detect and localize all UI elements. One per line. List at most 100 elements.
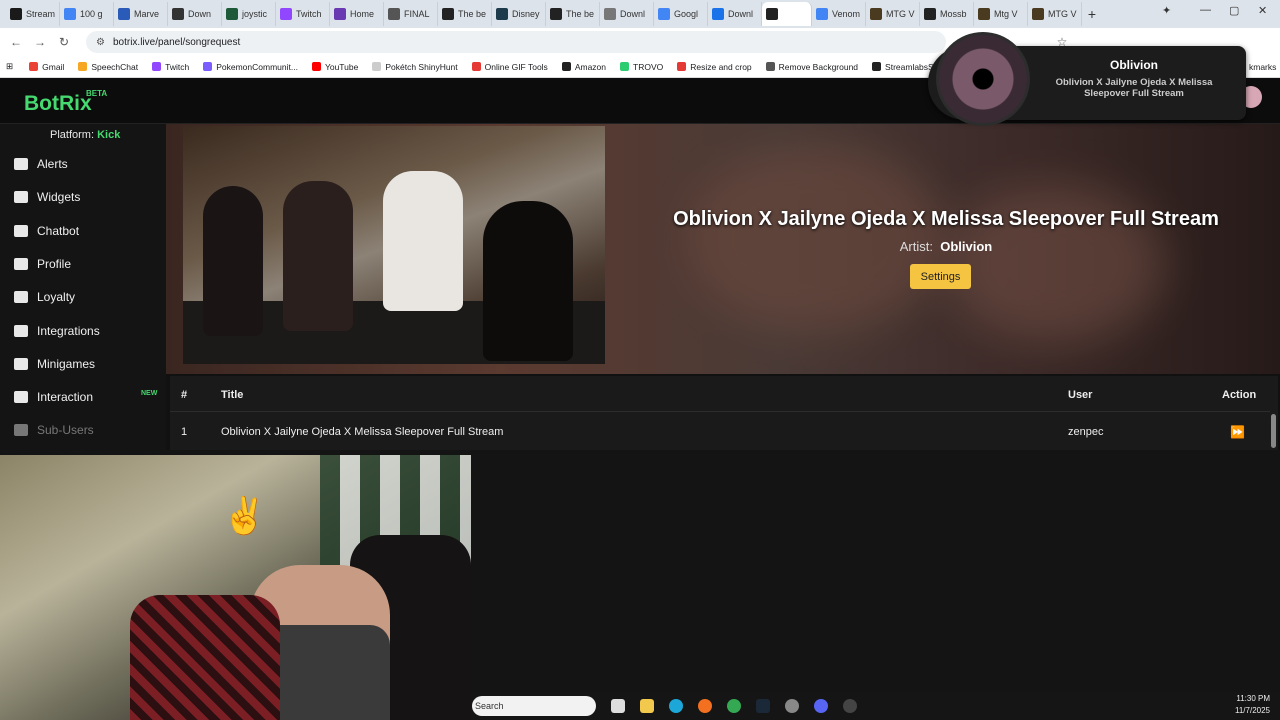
tab-favicon-icon — [870, 8, 882, 20]
sidebar-item-integrations[interactable]: Integrations — [14, 324, 100, 338]
webcam-feed: ✌ — [0, 455, 471, 720]
bookmark-item[interactable]: Online GIF Tools — [471, 62, 548, 72]
header-user: User — [1068, 389, 1093, 401]
address-bar[interactable]: ⚙ botrix.live/panel/songrequest — [86, 31, 946, 53]
site-info-icon[interactable]: ⚙ — [96, 37, 105, 48]
tab-label: The be — [566, 9, 595, 19]
browser-tab[interactable]: Googl — [654, 2, 708, 26]
skip-song-icon[interactable]: ⏩ — [1230, 425, 1245, 439]
all-bookmarks[interactable]: kmarks — [1249, 62, 1276, 72]
close-window-icon[interactable]: ✕ — [1258, 4, 1267, 17]
bookmark-item[interactable]: Gmail — [29, 62, 64, 72]
browser-tab[interactable]: The be — [546, 2, 600, 26]
sidebar-item-label: Alerts — [37, 157, 68, 171]
album-art — [936, 32, 1030, 126]
maximize-icon[interactable]: ▢ — [1229, 4, 1239, 17]
robot-icon — [14, 225, 28, 237]
table-scrollbar[interactable] — [1271, 414, 1276, 448]
bookmark-favicon-icon — [561, 62, 571, 71]
now-playing-overlay: Oblivion Oblivion X Jailyne Ojeda X Meli… — [928, 32, 1246, 126]
sidebar-item-minigames[interactable]: Minigames — [14, 357, 95, 371]
bookmark-item[interactable]: Remove Background — [765, 62, 858, 72]
browser-tab[interactable]: Home — [330, 2, 384, 26]
sidebar-item-alerts[interactable]: Alerts — [14, 157, 68, 171]
bookmark-item[interactable]: TROVO — [620, 62, 663, 72]
table-header: # Title User Action — [170, 376, 1270, 412]
browser-tab[interactable]: Mossb — [920, 2, 974, 26]
browser-tab[interactable]: MTG V — [1028, 2, 1082, 26]
browser-tab[interactable]: joystic — [222, 2, 276, 26]
firefox-icon[interactable] — [698, 699, 712, 713]
app-icon[interactable] — [785, 699, 799, 713]
task-view-icon[interactable] — [611, 699, 625, 713]
video-player[interactable] — [183, 126, 605, 364]
browser-tab[interactable]: The be — [438, 2, 492, 26]
chrome-icon[interactable] — [727, 699, 741, 713]
bookmark-item[interactable]: Amazon — [561, 62, 606, 72]
forward-icon[interactable]: → — [28, 35, 52, 49]
apps-grid-icon[interactable]: ⊞ — [6, 61, 13, 72]
sidebar-item-loyalty[interactable]: Loyalty — [14, 290, 75, 304]
browser-tab[interactable]: Stream — [6, 2, 60, 26]
row-user: zenpec — [1068, 426, 1104, 438]
sparkle-icon[interactable]: ✦ — [1162, 4, 1171, 17]
tab-label: MTG V — [1048, 9, 1077, 19]
tab-favicon-icon — [978, 8, 990, 20]
bookmark-item[interactable]: Pokétch ShinyHunt — [372, 62, 458, 72]
browser-tab[interactable]: Marve — [114, 2, 168, 26]
users-icon — [14, 424, 28, 436]
browser-tab[interactable]: MTG V — [866, 2, 920, 26]
browser-tab[interactable]: 100 g — [60, 2, 114, 26]
sidebar-item-sub-users[interactable]: Sub-Users — [14, 423, 94, 437]
tab-favicon-icon — [924, 8, 936, 20]
tab-favicon-icon — [816, 8, 828, 20]
bookmark-item[interactable]: SpeechChat — [78, 62, 138, 72]
file-explorer-icon[interactable] — [640, 699, 654, 713]
tab-label: Twitch — [296, 9, 322, 19]
sidebar-item-interaction[interactable]: Interaction — [14, 390, 93, 404]
browser-tab[interactable]: Mtg V — [974, 2, 1028, 26]
browser-tab[interactable] — [762, 2, 812, 26]
new-badge: NEW — [141, 390, 158, 397]
tab-label: FINAL — [404, 9, 430, 19]
sidebar-item-chatbot[interactable]: Chatbot — [14, 224, 79, 238]
sidebar-item-widgets[interactable]: Widgets — [14, 190, 80, 204]
sidebar-item-profile[interactable]: Profile — [14, 257, 71, 271]
bookmark-favicon-icon — [372, 62, 382, 71]
taskbar-search[interactable]: Search — [472, 696, 596, 716]
tab-label: Stream — [26, 9, 56, 19]
browser-tab[interactable]: Twitch — [276, 2, 330, 26]
minimize-icon[interactable]: — — [1200, 4, 1211, 16]
botrix-logo[interactable]: BotRix — [24, 92, 92, 116]
header-title: Title — [221, 389, 244, 401]
row-title: Oblivion X Jailyne Ojeda X Melissa Sleep… — [221, 426, 504, 438]
tab-label: joystic — [242, 9, 268, 19]
bookmark-item[interactable]: PokemonCommunit... — [203, 62, 298, 72]
settings-button[interactable]: Settings — [910, 264, 971, 289]
bookmark-item[interactable]: Twitch — [152, 62, 189, 72]
id-card-icon — [14, 258, 28, 270]
bookmark-item[interactable]: YouTube — [311, 62, 358, 72]
browser-tab[interactable]: Down — [168, 2, 222, 26]
browser-tab[interactable]: Downl — [708, 2, 762, 26]
bookmark-favicon-icon — [311, 62, 321, 71]
steam-icon[interactable] — [756, 699, 770, 713]
platform-value: Kick — [97, 129, 121, 141]
sidebar-item-label: Chatbot — [37, 224, 80, 238]
back-icon[interactable]: ← — [4, 35, 28, 49]
system-clock[interactable]: 11:30 PM 11/7/2025 — [1235, 693, 1270, 717]
edge-icon[interactable] — [669, 699, 683, 713]
peace-sign-icon: ✌ — [222, 495, 267, 536]
tab-favicon-icon — [226, 8, 238, 20]
browser-tab[interactable]: Disney — [492, 2, 546, 26]
discord-icon[interactable] — [814, 699, 828, 713]
now-playing-artist: Oblivion — [1110, 58, 1158, 72]
tab-favicon-icon — [658, 8, 670, 20]
reload-icon[interactable]: ↻ — [52, 35, 76, 49]
bookmark-item[interactable]: Resize and crop — [677, 62, 752, 72]
obs-icon[interactable] — [843, 699, 857, 713]
browser-tab[interactable]: Downl — [600, 2, 654, 26]
new-tab-icon[interactable]: + — [1082, 6, 1102, 22]
browser-tab[interactable]: Venom — [812, 2, 866, 26]
browser-tab[interactable]: FINAL — [384, 2, 438, 26]
